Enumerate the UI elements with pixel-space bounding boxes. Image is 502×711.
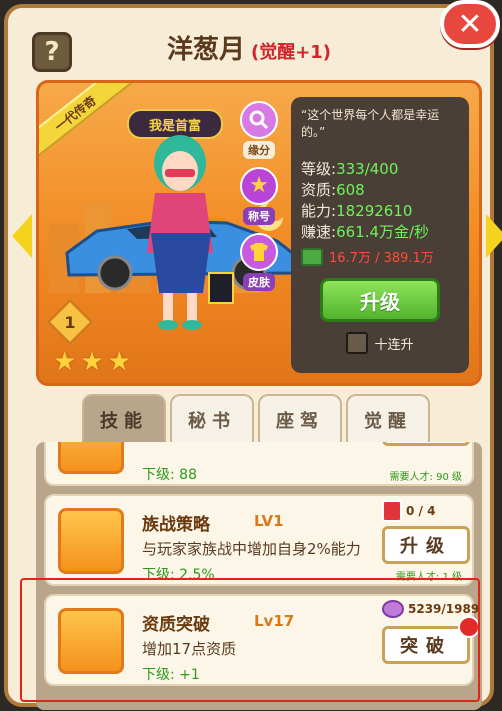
- skill-description: 与玩家家族战中增加自身2%能力: [142, 540, 361, 558]
- cash-icon: [301, 247, 323, 266]
- character-card: 一代传奇 我是首富 缘分 ★ 称号 皮肤 1 ★ ★ ★ “这个世界每个人都是幸…: [36, 80, 482, 386]
- skin-button[interactable]: 皮肤: [237, 233, 281, 291]
- stats-panel: “这个世界每个人都是幸运的。” 等级:333/400 资质:608 能力:182…: [291, 97, 469, 373]
- side-buttons: 缘分 ★ 称号 皮肤: [237, 101, 281, 299]
- tab-bar: 技能 秘书 座驾 觉醒: [82, 394, 430, 444]
- close-button[interactable]: ✕: [440, 0, 500, 48]
- star-icon: ★: [80, 347, 104, 377]
- skill-next-level: 下级: 88: [142, 467, 197, 483]
- tab-secretary[interactable]: 秘书: [170, 394, 254, 444]
- shirt-icon: [240, 233, 278, 271]
- fate-label: 缘分: [243, 141, 275, 159]
- title-button[interactable]: ★ 称号: [237, 167, 281, 225]
- tab-vehicle[interactable]: 座驾: [258, 394, 342, 444]
- hero-character: [147, 135, 234, 330]
- star-icon: ★: [240, 167, 278, 205]
- skill-upgrade-button[interactable]: [382, 442, 470, 446]
- fate-button[interactable]: 缘分: [237, 101, 281, 159]
- ten-upgrade-toggle[interactable]: 十连升: [301, 332, 459, 354]
- skill-requirement: 需要人才: 90 级: [389, 472, 462, 483]
- ten-upgrade-checkbox[interactable]: [346, 332, 369, 354]
- legend-ribbon: 一代传奇: [39, 83, 138, 166]
- cash-cost-text: 16.7万 / 389.1万: [329, 251, 434, 266]
- tab-skills[interactable]: 技能: [82, 394, 166, 444]
- help-button[interactable]: ?: [32, 32, 72, 72]
- skill-name: 族战策略: [142, 515, 210, 535]
- stat-earn-rate: 赚速:661.4万金/秒: [301, 223, 430, 241]
- skill-cost-value: 0 / 4: [406, 504, 436, 518]
- skill-card: 下级: 88 需要人才: 90 级: [44, 442, 474, 486]
- skill-cost: 0 / 4: [382, 500, 435, 522]
- title-label: 称号: [243, 207, 275, 225]
- hero-name: 洋葱月: [166, 34, 245, 65]
- header: ? 洋葱月 (觉醒+1): [8, 8, 490, 78]
- star-icon: ★: [107, 347, 131, 377]
- page-title: 洋葱月 (觉醒+1): [167, 29, 331, 66]
- clan-war-icon: [58, 508, 124, 574]
- rank-value: 1: [64, 312, 76, 332]
- rank-badge: 1: [45, 297, 95, 347]
- next-hero-arrow-icon[interactable]: [486, 214, 502, 258]
- skill-card: 族战策略 LV1 与玩家家族战中增加自身2%能力 下级: 2.5% 需要人才: …: [44, 494, 474, 586]
- prev-hero-arrow-icon[interactable]: [12, 214, 32, 258]
- highlight-box: [20, 578, 480, 702]
- stat-level: 等级:333/400: [301, 160, 399, 178]
- tab-awaken[interactable]: 觉醒: [346, 394, 430, 444]
- stat-ability: 能力:18292610: [301, 202, 413, 220]
- skin-label: 皮肤: [243, 273, 275, 291]
- awaken-level: (觉醒+1): [250, 41, 332, 63]
- magnifier-icon: [240, 101, 278, 139]
- hero-quote: “这个世界每个人都是幸运的。”: [301, 108, 440, 139]
- ten-upgrade-label: 十连升: [374, 337, 414, 353]
- upgrade-cost: 16.7万 / 389.1万: [301, 247, 459, 266]
- skill-level: LV1: [254, 512, 284, 530]
- skill-icon: [58, 442, 124, 474]
- star-rating: ★ ★ ★: [53, 349, 131, 375]
- upgrade-button[interactable]: 升级: [320, 278, 440, 322]
- star-icon: ★: [53, 347, 77, 377]
- skill-upgrade-button[interactable]: 升级: [382, 526, 470, 564]
- book-icon: [382, 500, 402, 522]
- stat-aptitude: 资质:608: [301, 181, 365, 199]
